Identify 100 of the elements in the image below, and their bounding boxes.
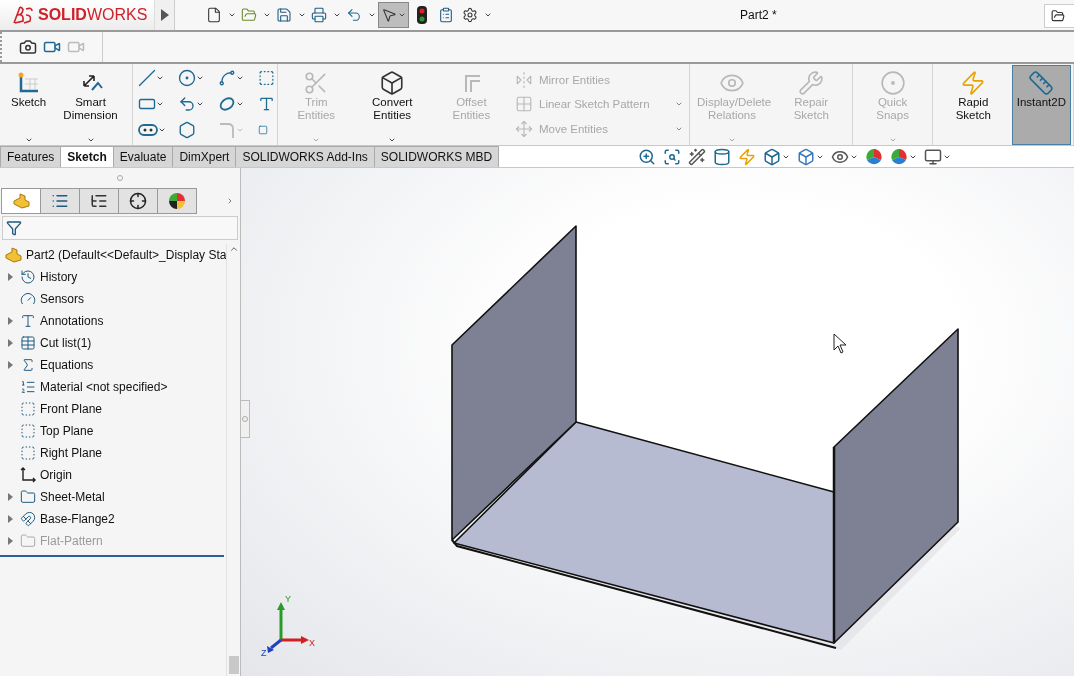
ribbon-button[interactable]: Sketch: [6, 65, 52, 145]
command-tab[interactable]: SOLIDWORKS MBD: [373, 146, 500, 167]
part-icon: [4, 247, 22, 263]
caret-icon[interactable]: [387, 136, 397, 144]
scroll-thumb[interactable]: [228, 656, 239, 674]
ribbon-button[interactable]: Convert Entities: [352, 65, 432, 145]
cube-icon: [763, 147, 782, 166]
axis-label: X: [309, 638, 315, 648]
ribbon-button[interactable]: Smart Dimension: [51, 65, 130, 145]
panel-tab[interactable]: [157, 188, 197, 214]
expand-arrow-icon[interactable]: [7, 317, 13, 325]
caret-icon[interactable]: [297, 11, 306, 19]
command-tab[interactable]: SOLIDWORKS Add-Ins: [235, 146, 375, 167]
filter-field[interactable]: [2, 216, 238, 240]
history-icon: [20, 269, 36, 285]
tree-item[interactable]: Right Plane: [40, 446, 103, 460]
axis-label: Z: [261, 648, 267, 658]
caret-icon[interactable]: [397, 11, 406, 19]
caret-icon[interactable]: [227, 11, 236, 19]
tree-item[interactable]: Material <not specified>: [40, 380, 168, 394]
expand-arrow-icon[interactable]: [7, 339, 13, 347]
caret-icon[interactable]: [86, 136, 95, 144]
triangle-right-icon: [160, 9, 169, 21]
wand-icon: [688, 147, 707, 166]
circle-icon: [177, 69, 196, 87]
save-icon: [276, 7, 292, 23]
sigma-icon: [20, 357, 36, 373]
line-icon: [137, 69, 156, 87]
caret-icon[interactable]: [483, 11, 492, 19]
pointer-icon: [381, 7, 397, 23]
folder-icon: [20, 489, 36, 505]
axis-label: Y: [285, 594, 291, 604]
tree-item[interactable]: Origin: [40, 468, 72, 482]
gauge-icon: [20, 291, 36, 307]
caret-icon[interactable]: [262, 11, 271, 19]
folder-button[interactable]: [1044, 4, 1074, 28]
caret-icon[interactable]: [155, 100, 165, 108]
tree-item[interactable]: Base-Flange2: [40, 512, 115, 526]
plane-icon: [20, 401, 36, 417]
grid-icon: [515, 95, 533, 114]
panel-tab[interactable]: [79, 188, 119, 214]
tree-item[interactable]: Annotations: [40, 314, 104, 328]
table-icon: [20, 335, 36, 351]
list-icon: [51, 192, 69, 210]
expand-arrow-icon[interactable]: [7, 515, 13, 523]
mirror-icon: [515, 71, 533, 90]
panel-collapse-handle[interactable]: [241, 400, 250, 438]
command-tab[interactable]: DimXpert: [172, 146, 237, 167]
color-ball-icon: [865, 147, 884, 166]
move-icon: [515, 119, 533, 138]
zoom-area-icon: [663, 147, 682, 166]
filter-icon: [6, 220, 22, 236]
caret-icon[interactable]: [24, 136, 34, 144]
folder-icon: [1051, 9, 1065, 23]
color-wheel-icon: [168, 192, 186, 210]
tree-item[interactable]: Front Plane: [40, 402, 103, 416]
caret-icon[interactable]: [195, 100, 205, 108]
graphics-viewport[interactable]: Y X Z: [241, 168, 1074, 676]
monitor-icon: [924, 147, 943, 166]
tree-item[interactable]: Cut list(1): [40, 336, 92, 350]
ds-logo-icon: [12, 5, 34, 25]
caret-icon[interactable]: [332, 11, 341, 19]
command-tab[interactable]: Evaluate: [112, 146, 174, 167]
logo-text: SOLIDWORKS: [38, 6, 148, 24]
tree-item[interactable]: Equations: [40, 358, 94, 372]
expand-arrow-icon[interactable]: [7, 493, 13, 501]
caret-icon[interactable]: [367, 11, 376, 19]
ruler-icon: [1028, 70, 1055, 96]
tree-item[interactable]: History: [40, 270, 78, 284]
tree-item[interactable]: Sheet-Metal: [40, 490, 105, 504]
caret-icon[interactable]: [235, 74, 245, 82]
camera-icon[interactable]: [19, 38, 37, 56]
expand-arrow-icon[interactable]: [7, 361, 13, 369]
caret-icon[interactable]: [195, 74, 205, 82]
axis-triad-drawing: [267, 602, 309, 653]
caret-icon[interactable]: [155, 74, 165, 82]
scroll-up-icon[interactable]: [228, 244, 239, 254]
expand-arrow-icon[interactable]: [7, 273, 13, 281]
caret-icon[interactable]: [235, 100, 245, 108]
tree-item[interactable]: Sensors: [40, 292, 85, 306]
tree-root[interactable]: Part2 (Default<<Default>_Display Sta: [26, 248, 227, 262]
ellipse-icon: [217, 95, 236, 113]
part-icon: [12, 193, 30, 209]
ribbon-button[interactable]: Instant2D: [1011, 65, 1071, 145]
crosshair-icon: [129, 192, 147, 210]
cube-icon: [797, 147, 816, 166]
command-tab[interactable]: Features: [0, 146, 62, 167]
caret-icon[interactable]: [157, 126, 167, 134]
tree-item[interactable]: Top Plane: [40, 424, 94, 438]
snap-icon: [879, 70, 906, 96]
arc-icon: [177, 95, 196, 113]
printer-icon: [311, 7, 327, 23]
scrollbar[interactable]: [226, 244, 240, 676]
document-icon: [206, 7, 222, 23]
traffic-light-icon: [417, 6, 427, 24]
panel-tab[interactable]: [118, 188, 158, 214]
select-button[interactable]: [378, 2, 409, 28]
ribbon-button[interactable]: Rapid Sketch: [934, 65, 1012, 145]
spline-icon: [217, 69, 236, 87]
expand-menu-button[interactable]: [155, 0, 175, 30]
